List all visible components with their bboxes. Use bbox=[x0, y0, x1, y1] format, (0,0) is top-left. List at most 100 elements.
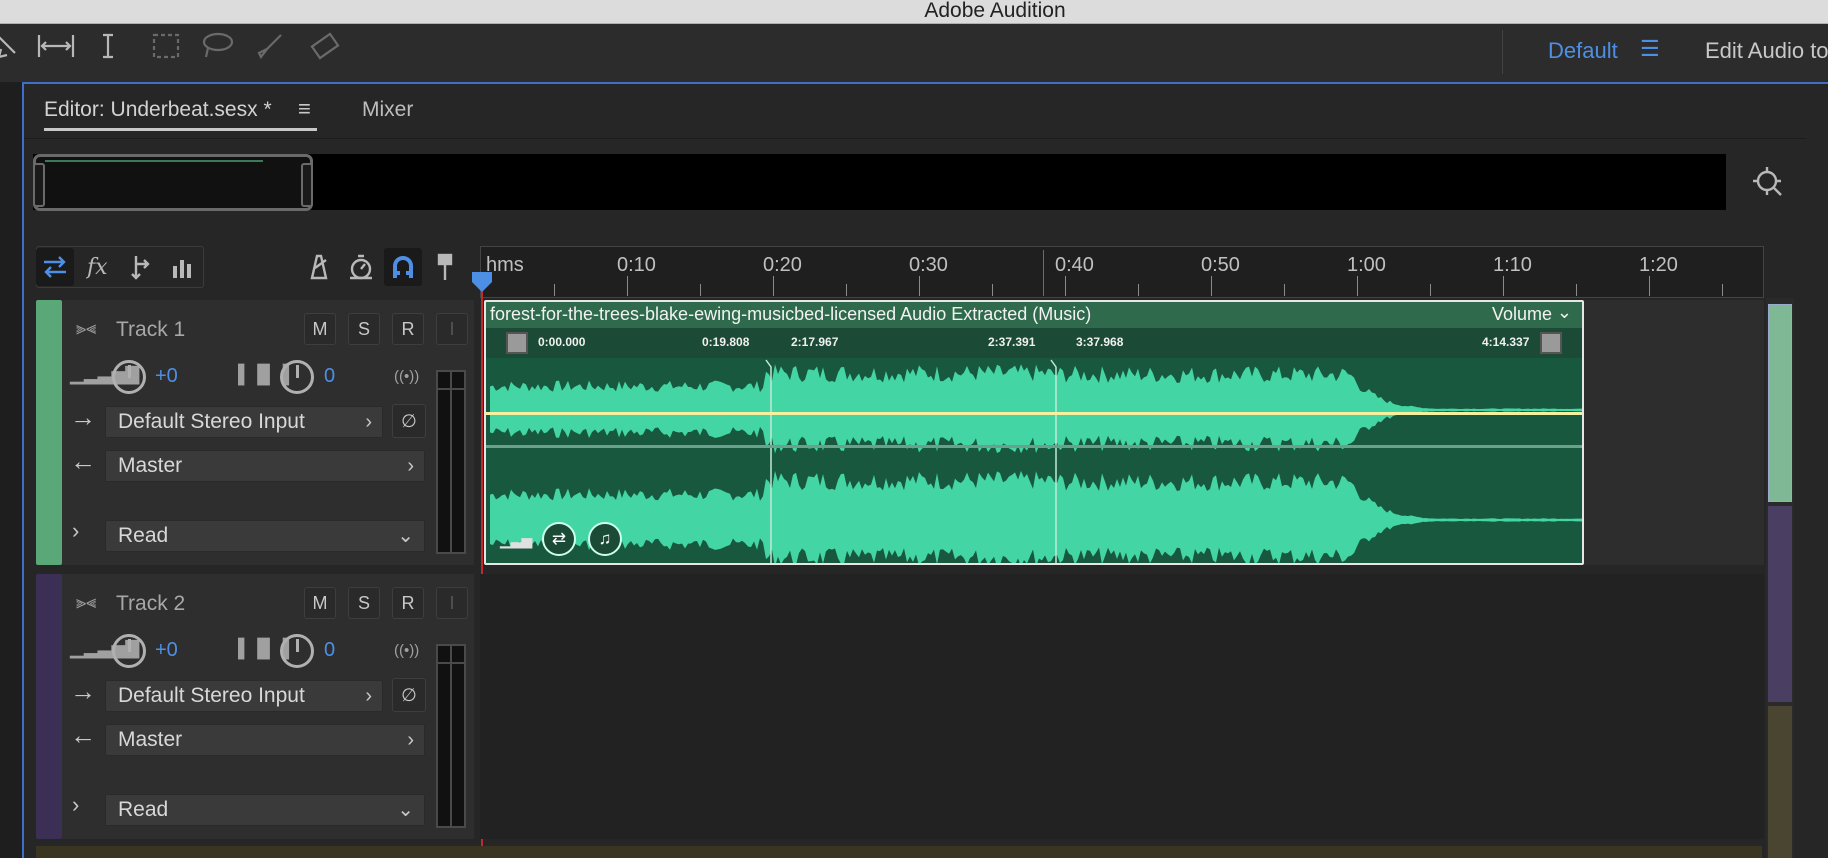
ruler-tick bbox=[1211, 276, 1212, 296]
track2-volume-knob[interactable] bbox=[112, 634, 146, 668]
track1-volume-value[interactable]: +0 bbox=[155, 365, 178, 388]
track2-automation-label: Read bbox=[118, 798, 169, 821]
nav-track2-segment[interactable] bbox=[1768, 506, 1792, 702]
left-panel-strip bbox=[0, 82, 22, 858]
audio-clip[interactable]: forest-for-the-trees-blake-ewing-musicbe… bbox=[484, 300, 1584, 565]
ruler-tick bbox=[1722, 284, 1723, 296]
track2-input-arrow-icon: → bbox=[70, 676, 96, 706]
ruler-label: 1:10 bbox=[1493, 254, 1532, 276]
nav-track3-segment[interactable] bbox=[1768, 706, 1792, 858]
workspace-default[interactable]: Default bbox=[1548, 38, 1618, 64]
text-cursor-icon[interactable] bbox=[88, 26, 128, 66]
ruler-tick bbox=[992, 284, 993, 296]
clip-time-4: 3:37.968 bbox=[1076, 335, 1124, 349]
chevron-right-icon: › bbox=[407, 729, 414, 751]
track2-color-bar[interactable] bbox=[36, 574, 62, 839]
track1-expand-icon[interactable]: › bbox=[72, 518, 79, 544]
metronome-icon[interactable] bbox=[300, 248, 338, 286]
ruler-label: 1:20 bbox=[1639, 254, 1678, 276]
effects-icon[interactable]: fx bbox=[82, 248, 120, 286]
ruler-tick bbox=[1430, 284, 1431, 296]
clip-name: forest-for-the-trees-blake-ewing-musicbe… bbox=[490, 304, 1092, 324]
overview-waveform bbox=[45, 160, 263, 162]
ruler-tick bbox=[773, 276, 774, 296]
playhead-handle[interactable] bbox=[472, 272, 492, 292]
chevron-right-icon: › bbox=[407, 455, 414, 477]
track2-name[interactable]: Track 2 bbox=[116, 592, 185, 616]
clip-time-0: 0:00.000 bbox=[538, 335, 586, 349]
channel-separator bbox=[486, 445, 1582, 448]
snapping-icon[interactable] bbox=[384, 248, 422, 286]
track1-pan-value[interactable]: 0 bbox=[324, 365, 335, 388]
spot-healing-icon[interactable] bbox=[305, 26, 345, 66]
track1-input-select[interactable]: Default Stereo Input › bbox=[105, 406, 383, 438]
track2-lane[interactable] bbox=[480, 574, 1764, 839]
track1-lane-empty[interactable] bbox=[1584, 300, 1764, 565]
workspace-edit-audio[interactable]: Edit Audio to bbox=[1705, 38, 1828, 64]
chevron-down-icon: ⌄ bbox=[397, 525, 414, 547]
track2-level-meter bbox=[436, 644, 466, 828]
clip-loop-icon[interactable]: ⇄ bbox=[542, 522, 576, 556]
tab-mixer[interactable]: Mixer bbox=[362, 98, 413, 122]
timeline-ruler[interactable] bbox=[480, 246, 1764, 298]
move-tool-icon[interactable] bbox=[0, 26, 30, 66]
zoom-navigator-handle[interactable] bbox=[33, 154, 313, 211]
fade-in-handle-icon[interactable] bbox=[506, 332, 528, 354]
track1-solo-button[interactable]: S bbox=[348, 313, 380, 345]
time-selection-icon[interactable] bbox=[36, 26, 76, 66]
track2-pan-knob[interactable] bbox=[280, 634, 314, 668]
track1-name[interactable]: Track 1 bbox=[116, 318, 185, 342]
marker-icon[interactable] bbox=[426, 248, 464, 286]
lasso-icon[interactable] bbox=[197, 26, 237, 66]
track2-mute-button[interactable]: M bbox=[304, 587, 336, 619]
track1-automation-select[interactable]: Read ⌄ bbox=[105, 520, 425, 552]
ruler-tick bbox=[846, 284, 847, 296]
track2-expand-icon[interactable]: › bbox=[72, 792, 79, 818]
track2-input-select[interactable]: Default Stereo Input › bbox=[105, 680, 383, 712]
ruler-tick bbox=[1138, 284, 1139, 296]
track1-color-bar[interactable] bbox=[36, 300, 62, 565]
track2-automation-select[interactable]: Read ⌄ bbox=[105, 794, 425, 826]
inputs-outputs-icon[interactable] bbox=[36, 248, 74, 286]
tab-editor[interactable]: Editor: Underbeat.sesx * bbox=[44, 98, 272, 122]
clip-gain-icon[interactable]: ▁▃▅ bbox=[500, 532, 532, 549]
volume-envelope-line[interactable] bbox=[486, 412, 1582, 415]
tab-menu-icon[interactable]: ≡ bbox=[298, 96, 311, 122]
track3-header-peek bbox=[36, 846, 1762, 858]
clip-music-icon[interactable]: ♫ bbox=[588, 522, 622, 556]
track1-record-button[interactable]: R bbox=[392, 313, 424, 345]
workspace-menu-icon[interactable]: ☰ bbox=[1640, 36, 1660, 62]
ruler-tick bbox=[1357, 276, 1358, 296]
ruler-cursor-marker bbox=[1043, 250, 1044, 296]
chevron-down-icon[interactable]: ⌄ bbox=[1557, 302, 1572, 323]
brush-icon[interactable] bbox=[250, 26, 290, 66]
track2-output-select[interactable]: Master › bbox=[105, 724, 425, 756]
ruler-label: 0:50 bbox=[1201, 254, 1240, 276]
track2-solo-button[interactable]: S bbox=[348, 587, 380, 619]
track2-polarity-icon[interactable]: ∅ bbox=[392, 678, 426, 712]
track1-input-monitor-button[interactable]: I bbox=[436, 313, 468, 345]
eq-icon[interactable] bbox=[166, 248, 204, 286]
track2-pan-value[interactable]: 0 bbox=[324, 639, 335, 662]
zoom-fit-icon[interactable] bbox=[1748, 164, 1788, 200]
clip-time-5: 4:14.337 bbox=[1482, 335, 1530, 349]
track1-volume-knob[interactable] bbox=[112, 360, 146, 394]
clip-envelope-label[interactable]: Volume bbox=[1492, 304, 1552, 325]
ruler-tick bbox=[1065, 276, 1066, 296]
track1-output-select[interactable]: Master › bbox=[105, 450, 425, 482]
track1-pan-knob[interactable] bbox=[280, 360, 314, 394]
fade-out-handle-icon[interactable] bbox=[1540, 332, 1562, 354]
waveform-channel bbox=[490, 470, 1582, 563]
track1-polarity-icon[interactable]: ∅ bbox=[392, 404, 426, 438]
sends-icon[interactable] bbox=[124, 248, 162, 286]
track1-mute-button[interactable]: M bbox=[304, 313, 336, 345]
track2-record-button[interactable]: R bbox=[392, 587, 424, 619]
tab-divider bbox=[24, 138, 1806, 139]
marquee-icon[interactable] bbox=[146, 26, 186, 66]
track2-input-monitor-button[interactable]: I bbox=[436, 587, 468, 619]
track1-output-label: Master bbox=[118, 454, 183, 477]
nav-track1-segment[interactable] bbox=[1768, 304, 1792, 502]
timer-icon[interactable] bbox=[342, 248, 380, 286]
ruler-tick bbox=[919, 276, 920, 296]
track2-volume-value[interactable]: +0 bbox=[155, 639, 178, 662]
